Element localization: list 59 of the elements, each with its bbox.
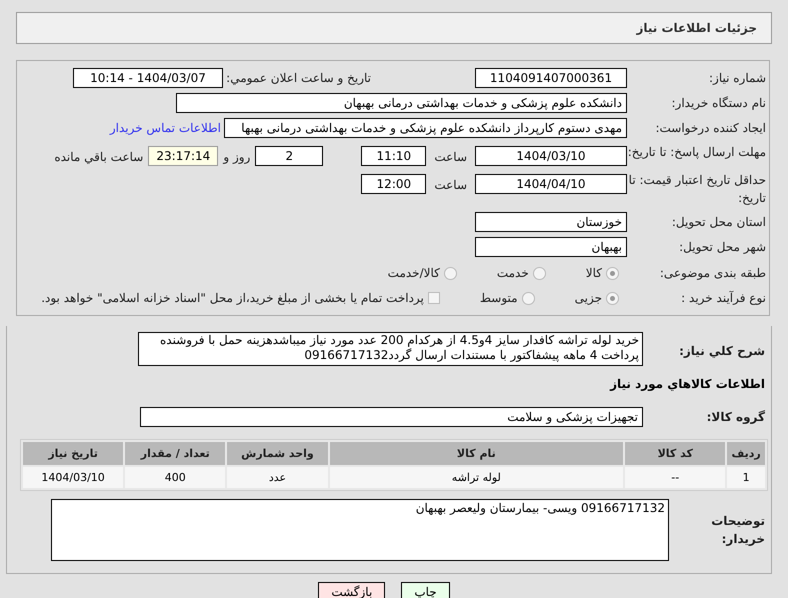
field-label: استان محل تحویل:: [672, 215, 766, 229]
column-header: کد کالا: [625, 442, 726, 465]
checkbox[interactable]: [428, 292, 440, 304]
radio-button[interactable]: [606, 266, 619, 280]
field-label: پرداخت تمام یا بخشی از مبلغ خرید،از محل "اسناد خزانه اسلامی" خواهد بود.: [41, 290, 424, 307]
time-field: 11:10: [361, 146, 426, 166]
table-cell: 1: [727, 467, 765, 488]
column-header: ردیف: [727, 442, 765, 465]
field-label: شهر محل تحویل:: [679, 240, 766, 254]
column-header: واحد شمارش: [227, 442, 328, 465]
announce-date-field: 1404/03/07 - 10:14: [73, 68, 223, 88]
column-header: تاریخ نیاز: [23, 442, 124, 465]
field-label: کالا/خدمت: [388, 265, 440, 282]
radio-button[interactable]: [444, 266, 457, 280]
table-cell: 400: [125, 467, 226, 488]
radio-button[interactable]: [532, 266, 546, 280]
field-label: حداقل تاریخ اعتبار قیمت: تا تاریخ:: [628, 173, 766, 205]
field-label: شماره نیاز:: [709, 71, 766, 85]
description-field[interactable]: خرید لوله تراشه کافدار سایز 4و4.5 از هرکدام 200 عدد مورد نیاز میباشدهزینه حمل با فروشنده پرداخت 4 ماهه پیشفاکتور با مستندات ارسال گردد09166717132: [138, 332, 643, 366]
field-label: ساعت: [434, 149, 467, 166]
province-field: خوزستان: [475, 212, 627, 232]
field-label: جزیی: [574, 290, 602, 307]
field-label: خدمت: [496, 265, 529, 282]
table-cell: لوله تراشه: [330, 467, 624, 488]
table-cell: --: [625, 467, 726, 488]
radio-button[interactable]: [606, 292, 619, 304]
buyer-notes-field[interactable]: 09166717132 ویسی- بیمارستان ولیعصر بهبهان: [51, 499, 669, 561]
field-label: نام دستگاه خریدار:: [672, 96, 766, 110]
table-cell: عدد: [227, 467, 328, 488]
date-field: 1404/03/10: [475, 146, 627, 166]
field-label: گروه کالا:: [706, 410, 765, 424]
radio-button[interactable]: [522, 292, 535, 304]
field-label: شرح کلي نیاز:: [679, 344, 765, 358]
page-title: جزئیات اطلاعات نیاز: [636, 20, 757, 37]
field-label: کالا: [586, 265, 602, 282]
field-label: متوسط: [480, 290, 518, 307]
creator-field: مهدی دستوم کارپرداز دانشکده علوم پزشکی و خدمات بهداشتی درمانی بهبها: [224, 118, 627, 138]
field-label: ساعت: [434, 177, 467, 194]
field-label: ساعت باقي مانده: [54, 149, 144, 166]
field-label: تاریخ و ساعت اعلان عمومي:: [225, 70, 371, 87]
buyer-field: دانشکده علوم پزشکی و خدمات بهداشتی درمانی بهبهان: [176, 93, 627, 113]
buyer-contact-link[interactable]: اطلاعات تماس خریدار: [110, 119, 221, 137]
field-label: طبقه بندی موضوعی:: [660, 266, 766, 280]
field-label: توضیحات خریدار:: [711, 514, 765, 546]
column-header: تعداد / مقدار: [125, 442, 226, 465]
field-label: نوع فرآیند خرید :: [681, 291, 766, 305]
date-field: 1404/04/10: [475, 174, 627, 194]
field-label: روز و: [223, 149, 250, 166]
column-header: نام کالا: [330, 442, 624, 465]
remaining-time-field: 23:17:14: [148, 146, 218, 166]
days-field: 2: [255, 146, 324, 166]
section-heading: اطلاعات کالاهاي مورد نیاز: [610, 377, 765, 391]
time-field: 12:00: [361, 174, 426, 194]
city-field: بهبهان: [475, 237, 627, 257]
goods-group-field: تجهیزات پزشکی و سلامت: [140, 407, 643, 427]
field-label: مهلت ارسال پاسخ: تا تاریخ:: [628, 145, 766, 159]
need-number-field: 1104091407000361: [475, 68, 627, 88]
field-label: ایجاد کننده درخواست:: [655, 121, 766, 135]
table-cell: 1404/03/10: [23, 467, 124, 488]
